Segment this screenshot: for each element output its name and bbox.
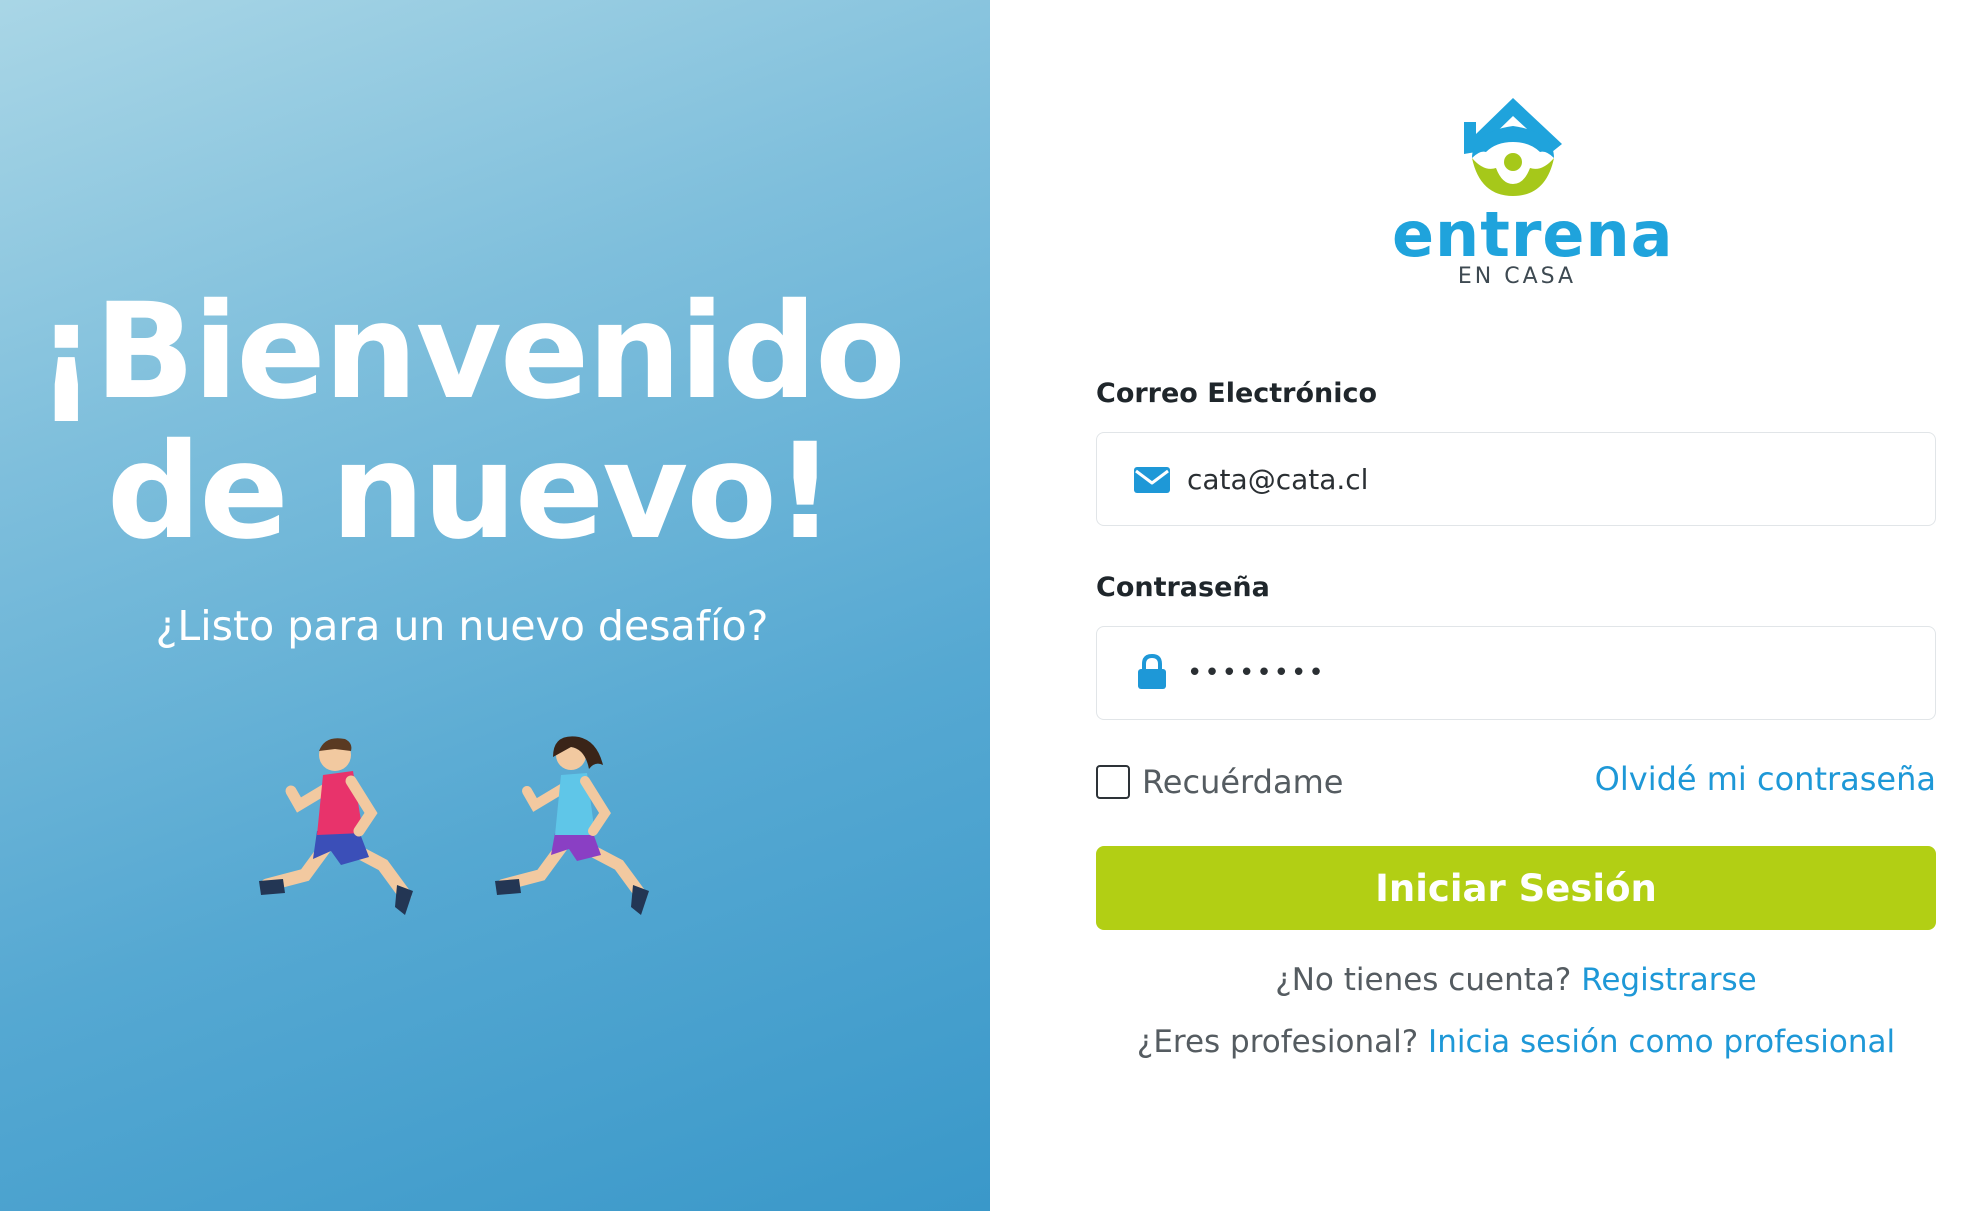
forgot-password-link[interactable]: Olvidé mi contraseña	[1595, 760, 1936, 798]
man-running-icon	[259, 738, 413, 915]
pro-login-link[interactable]: Inicia sesión como profesional	[1428, 1024, 1895, 1060]
welcome-panel: ¡Bienvenido de nuevo! ¿Listo para un nue…	[0, 0, 990, 1211]
logo-wordmark: entrena	[1392, 198, 1674, 271]
password-label: Contraseña	[1096, 572, 1270, 603]
signup-link[interactable]: Registrarse	[1581, 962, 1757, 998]
login-page: ¡Bienvenido de nuevo! ¿Listo para un nue…	[0, 0, 1988, 1211]
pro-prompt: ¿Eres profesional?	[1136, 1024, 1419, 1060]
password-input[interactable]	[1187, 647, 1907, 699]
entrena-logo: entrena EN CASA	[1392, 92, 1674, 302]
welcome-title-line2: de nuevo!	[106, 415, 835, 569]
logo-subtitle: EN CASA	[1457, 264, 1577, 289]
pro-login-line: ¿Eres profesional? Inicia sesión como pr…	[1096, 1024, 1936, 1060]
email-input[interactable]	[1187, 453, 1907, 505]
welcome-title: ¡Bienvenido de nuevo!	[0, 282, 940, 562]
welcome-title-line1: ¡Bienvenido	[36, 275, 906, 429]
email-label: Correo Electrónico	[1096, 378, 1378, 409]
remember-me[interactable]: Recuérdame	[1096, 762, 1343, 802]
lock-icon	[1138, 653, 1166, 689]
envelope-icon	[1134, 467, 1170, 493]
welcome-subtitle: ¿Listo para un nuevo desafío?	[155, 602, 769, 650]
remember-label: Recuérdame	[1142, 763, 1344, 801]
woman-running-icon	[495, 736, 649, 915]
signup-prompt: ¿No tienes cuenta?	[1275, 962, 1572, 998]
runners-illustration	[255, 735, 675, 925]
email-field[interactable]	[1096, 432, 1936, 526]
remember-checkbox[interactable]	[1096, 765, 1130, 799]
login-button[interactable]: Iniciar Sesión	[1096, 846, 1936, 930]
login-panel: entrena EN CASA Correo Electrónico Contr…	[990, 0, 1988, 1211]
house-logo-icon	[1464, 98, 1562, 196]
password-field[interactable]	[1096, 626, 1936, 720]
signup-line: ¿No tienes cuenta? Registrarse	[1096, 962, 1936, 998]
